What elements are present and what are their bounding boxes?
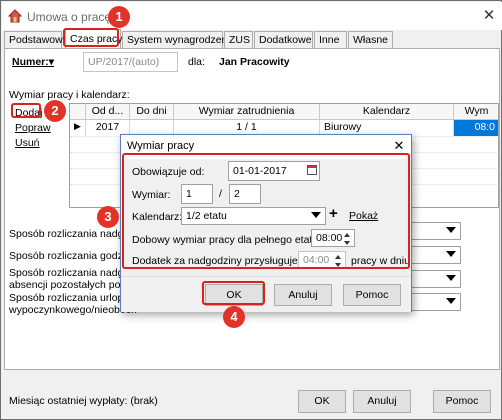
numer-field[interactable]: UP/2017/(auto): [83, 52, 178, 72]
cell-wym: 08:0: [454, 120, 498, 136]
annotation-frame-tab: [63, 28, 119, 47]
annotation-frame-add: [11, 103, 41, 118]
help-button[interactable]: Pomoc: [433, 390, 491, 413]
dla-label: dla:: [188, 56, 205, 68]
close-icon[interactable]: ✕: [480, 7, 498, 25]
step-badge-3: 3: [97, 206, 119, 228]
grid-header-od[interactable]: Od d...: [86, 104, 130, 120]
dialog-close-icon[interactable]: ✕: [391, 138, 407, 154]
step-badge-2: 2: [44, 100, 66, 122]
section-label: Wymiar pracy i kalendarz:: [9, 89, 130, 101]
tab-podstawowe[interactable]: Podstawowe: [4, 31, 69, 48]
step-badge-4: 4: [223, 306, 245, 328]
tab-zus[interactable]: ZUS: [224, 31, 253, 48]
chevron-down-icon: [446, 251, 456, 257]
tab-inne[interactable]: Inne: [314, 31, 347, 48]
grid-header-do[interactable]: Do dni: [130, 104, 174, 120]
chevron-down-icon: [446, 275, 456, 281]
tab-system-wynagrodzen[interactable]: System wynagrodzeń: [122, 31, 227, 48]
annotation-frame-ok: [202, 281, 265, 305]
app-icon: [8, 9, 22, 23]
delete-link[interactable]: Usuń: [15, 137, 40, 149]
annotation-frame-form: [122, 153, 410, 269]
status-text: Miesiąc ostatniej wypłaty: (brak): [9, 395, 158, 407]
field-label-wypoczynkowego: wypoczynkowego/nieobecn: [9, 304, 137, 316]
edit-link[interactable]: Popraw: [15, 122, 51, 134]
dialog-cancel-button[interactable]: Anuluj: [274, 284, 332, 306]
window-title: Umowa o pracę: [27, 10, 112, 24]
field-label-absencji: absencji pozostałych po zb: [9, 279, 135, 291]
row-marker-icon: ▶: [70, 120, 86, 136]
cancel-button[interactable]: Anuluj: [353, 390, 411, 413]
dialog-title: Wymiar pracy: [127, 140, 195, 152]
step-badge-1: 1: [108, 6, 130, 28]
chevron-down-icon: [446, 227, 456, 233]
tab-wlasne[interactable]: Własne: [348, 31, 393, 48]
grid-header-kalendarz[interactable]: Kalendarz: [320, 104, 454, 120]
ok-button[interactable]: OK: [298, 390, 346, 413]
chevron-down-icon: [446, 298, 456, 304]
title-bar: Umowa o pracę ✕: [2, 2, 502, 30]
grid-header-wym[interactable]: Wym: [454, 104, 498, 120]
tab-dodatkowe[interactable]: Dodatkowe: [254, 31, 313, 48]
grid-corner: [70, 104, 86, 120]
numer-dropdown[interactable]: Numer:▾: [12, 56, 54, 68]
field-label-urlopu: Sposób rozliczania urlopu: [9, 292, 130, 304]
employee-name: Jan Pracowity: [219, 56, 290, 68]
dialog-help-button[interactable]: Pomoc: [343, 284, 401, 306]
grid-header-wymiar[interactable]: Wymiar zatrudnienia: [174, 104, 320, 120]
